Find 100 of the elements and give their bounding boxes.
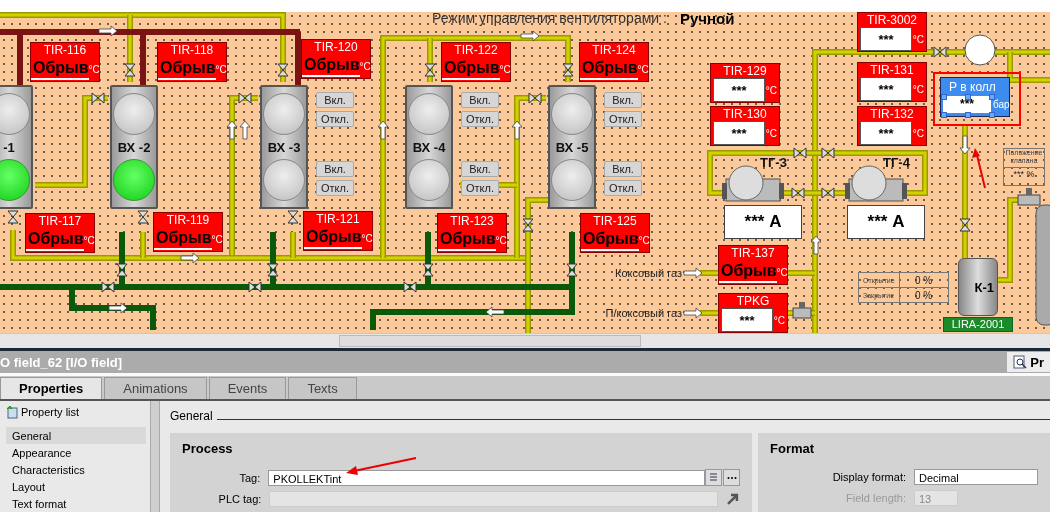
- unit-label: °C: [361, 232, 374, 244]
- fan-label: ВХ -5: [555, 139, 589, 155]
- tag-value: Обрыв: [26, 229, 84, 251]
- field-label: Tag:: [238, 471, 261, 484]
- on-button[interactable]: Вкл.: [604, 92, 642, 108]
- tab[interactable]: Properties: [0, 377, 103, 399]
- sidebar-item[interactable]: Characteristics: [6, 461, 146, 478]
- tag-value: Обрыв: [154, 228, 212, 250]
- pressure-label: Р в колл: [949, 80, 996, 94]
- tag-value: Обрыв: [304, 227, 362, 249]
- fan-label: ВХ -4: [412, 139, 446, 155]
- field-label: PLC tag:: [217, 493, 262, 505]
- tag-label: TIR-119: [165, 213, 211, 227]
- tag-value: Обрыв: [442, 58, 500, 80]
- table-cell: 0 %: [899, 272, 949, 288]
- level-tag: LIRA-2001: [943, 317, 1013, 332]
- tag-value: Обрыв: [719, 261, 777, 283]
- unit-label: °C: [912, 127, 925, 139]
- tag-label: TIR-130: [722, 107, 768, 121]
- tag-label: TIR-124: [591, 43, 637, 57]
- tab[interactable]: Texts: [288, 377, 357, 399]
- group-title: Process: [182, 441, 233, 456]
- tag-value: Обрыв: [158, 58, 216, 80]
- tag-label: TIR-117: [37, 214, 83, 228]
- tag-label: TIR-132: [869, 107, 915, 121]
- unit-label: °C: [495, 234, 508, 246]
- tag-label: TIR-116: [42, 43, 88, 57]
- tag-label: TIR-125: [592, 214, 638, 228]
- sidebar-item[interactable]: Text format: [6, 495, 146, 512]
- unit-label: °C: [912, 83, 925, 95]
- panel-value: *** %: [1004, 167, 1044, 180]
- panel-title: O field_62 [I/O field]: [0, 354, 123, 370]
- unit-label: °C: [215, 63, 228, 75]
- tag-label: TIR-129: [722, 64, 768, 78]
- unit-label: °C: [773, 314, 786, 326]
- value-display: ***: [860, 27, 912, 51]
- tag-label: TIR-123: [449, 214, 495, 228]
- gas-label: П/коксовый газ: [605, 307, 682, 319]
- value-display[interactable]: ***: [943, 96, 991, 113]
- tag-value: Обрыв: [580, 58, 638, 80]
- tab[interactable]: Animations: [104, 377, 207, 399]
- unit-label: °C: [765, 84, 778, 96]
- tag-label: TIR-120: [313, 40, 359, 54]
- off-button[interactable]: Откл.: [461, 111, 499, 127]
- tag-label: TIR-121: [315, 212, 361, 226]
- current-display: *** А: [847, 205, 925, 239]
- mode-label: Режим управления вентиляторами :: [432, 12, 667, 26]
- off-button[interactable]: Откл.: [604, 180, 642, 196]
- fan-label: ВХ -3: [267, 139, 301, 155]
- table-cell: 0 %: [899, 287, 949, 303]
- tag-label: TIR-118: [169, 43, 215, 57]
- tag-label: TIR-122: [453, 43, 499, 57]
- tank-label: К-1: [974, 279, 994, 295]
- on-button[interactable]: Вкл.: [316, 92, 354, 108]
- unit-label: °C: [83, 234, 96, 246]
- off-button[interactable]: Откл.: [604, 111, 642, 127]
- property-list-title: Property list: [21, 406, 80, 418]
- tag-value: Обрыв: [302, 55, 360, 77]
- value-display: ***: [860, 121, 912, 145]
- unit-label: °C: [776, 266, 789, 278]
- fan-label: ВХ -2: [117, 139, 151, 155]
- generator-label: ТГ-4: [883, 155, 910, 170]
- value-display: ***: [860, 77, 912, 101]
- tag-field[interactable]: PKOLLEKTint: [268, 469, 705, 486]
- sidebar-item[interactable]: Layout: [6, 478, 146, 495]
- on-button[interactable]: Вкл.: [461, 92, 499, 108]
- unit-label: °C: [765, 127, 778, 139]
- off-button[interactable]: Откл.: [461, 180, 499, 196]
- tag-value: Обрыв: [31, 58, 89, 80]
- unit-label: бар: [993, 99, 1010, 110]
- tab[interactable]: Events: [208, 377, 287, 399]
- section-title: General: [170, 409, 213, 423]
- field-label: Field length:: [845, 492, 906, 504]
- unit-label: °C: [638, 234, 651, 246]
- field-label: Display format:: [831, 471, 906, 483]
- fan-label: -1: [3, 139, 15, 155]
- unit-label: °C: [88, 63, 101, 75]
- current-display: *** А: [724, 205, 802, 239]
- mode-value: Ручной: [680, 12, 735, 27]
- on-button[interactable]: Вкл.: [316, 161, 354, 177]
- value-display: ***: [721, 308, 773, 332]
- unit-label: °C: [211, 233, 224, 245]
- on-button[interactable]: Вкл.: [604, 161, 642, 177]
- sidebar-item[interactable]: General: [6, 427, 146, 444]
- tag-label: TIR-137: [730, 246, 776, 260]
- on-button[interactable]: Вкл.: [461, 161, 499, 177]
- off-button[interactable]: Откл.: [316, 180, 354, 196]
- side-tab[interactable]: Pr: [1007, 352, 1050, 372]
- tag-label: TIR-131: [869, 63, 915, 77]
- unit-label: °C: [499, 63, 512, 75]
- gas-label: Коксовый газ: [615, 267, 682, 279]
- group-title: Format: [770, 441, 815, 456]
- tag-value: Обрыв: [581, 229, 639, 251]
- sidebar-item[interactable]: Appearance: [6, 444, 146, 461]
- unit-label: °C: [637, 63, 650, 75]
- display-format-field[interactable]: Decimal: [914, 469, 1038, 485]
- value-display: ***: [713, 121, 765, 145]
- off-button[interactable]: Откл.: [316, 111, 354, 127]
- generator-label: ТГ-3: [760, 155, 787, 170]
- tag-value: Обрыв: [438, 229, 496, 251]
